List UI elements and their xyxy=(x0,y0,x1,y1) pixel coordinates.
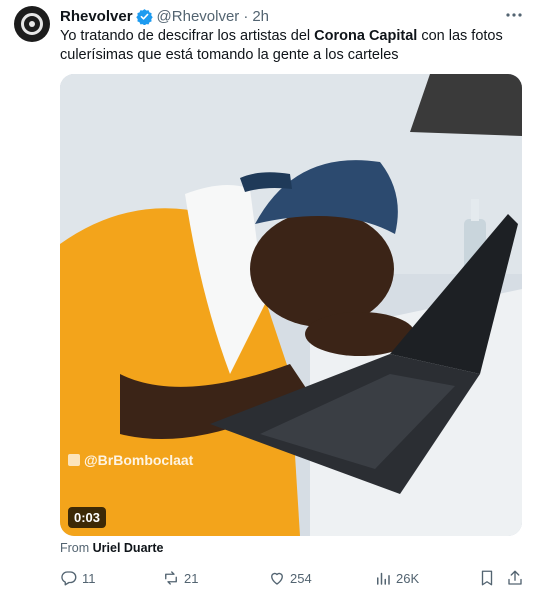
tweet-text-bold: Corona Capital xyxy=(314,28,418,44)
video-attribution: From Uriel Duarte xyxy=(60,541,164,555)
tweet-actions: 11 21 254 26K xyxy=(60,568,524,588)
avatar[interactable] xyxy=(14,6,50,42)
like-button[interactable]: 254 xyxy=(268,568,312,588)
tweet-header: Rhevolver @Rhevolver · 2h xyxy=(60,6,269,26)
reply-button[interactable]: 11 xyxy=(60,568,96,588)
like-count: 254 xyxy=(290,570,312,586)
watermark-text: @BrBomboclaat xyxy=(84,452,194,468)
video-player[interactable]: @BrBomboclaat 0:03 xyxy=(60,74,522,536)
from-name[interactable]: Uriel Duarte xyxy=(93,541,164,555)
from-prefix: From xyxy=(60,541,93,555)
share-button[interactable] xyxy=(506,568,524,588)
video-duration: 0:03 xyxy=(68,507,107,528)
tweet-text: Yo tratando de descifrar los artistas de… xyxy=(60,27,520,65)
heart-icon xyxy=(268,569,286,587)
share-icon xyxy=(506,569,524,587)
more-options-icon[interactable] xyxy=(505,6,523,24)
tweet-text-before: Yo tratando de descifrar los artistas de… xyxy=(60,28,315,44)
views-button[interactable]: 26K xyxy=(374,568,419,588)
views-icon xyxy=(374,569,392,587)
bookmark-button[interactable] xyxy=(478,568,496,588)
repost-count: 21 xyxy=(184,570,199,586)
watermark-icon xyxy=(68,454,80,466)
video-watermark: @BrBomboclaat xyxy=(68,452,193,468)
views-count: 26K xyxy=(396,570,420,586)
avatar-dot xyxy=(29,21,35,27)
repost-icon xyxy=(162,569,180,587)
timestamp[interactable]: 2h xyxy=(252,8,269,25)
separator: · xyxy=(243,7,249,25)
reply-count: 11 xyxy=(82,570,96,586)
repost-button[interactable]: 21 xyxy=(162,568,198,588)
reply-icon xyxy=(60,569,78,587)
display-name[interactable]: Rhevolver xyxy=(60,8,133,25)
verified-badge-icon[interactable] xyxy=(135,8,153,25)
bookmark-icon xyxy=(478,569,496,587)
handle[interactable]: @Rhevolver xyxy=(157,8,240,25)
